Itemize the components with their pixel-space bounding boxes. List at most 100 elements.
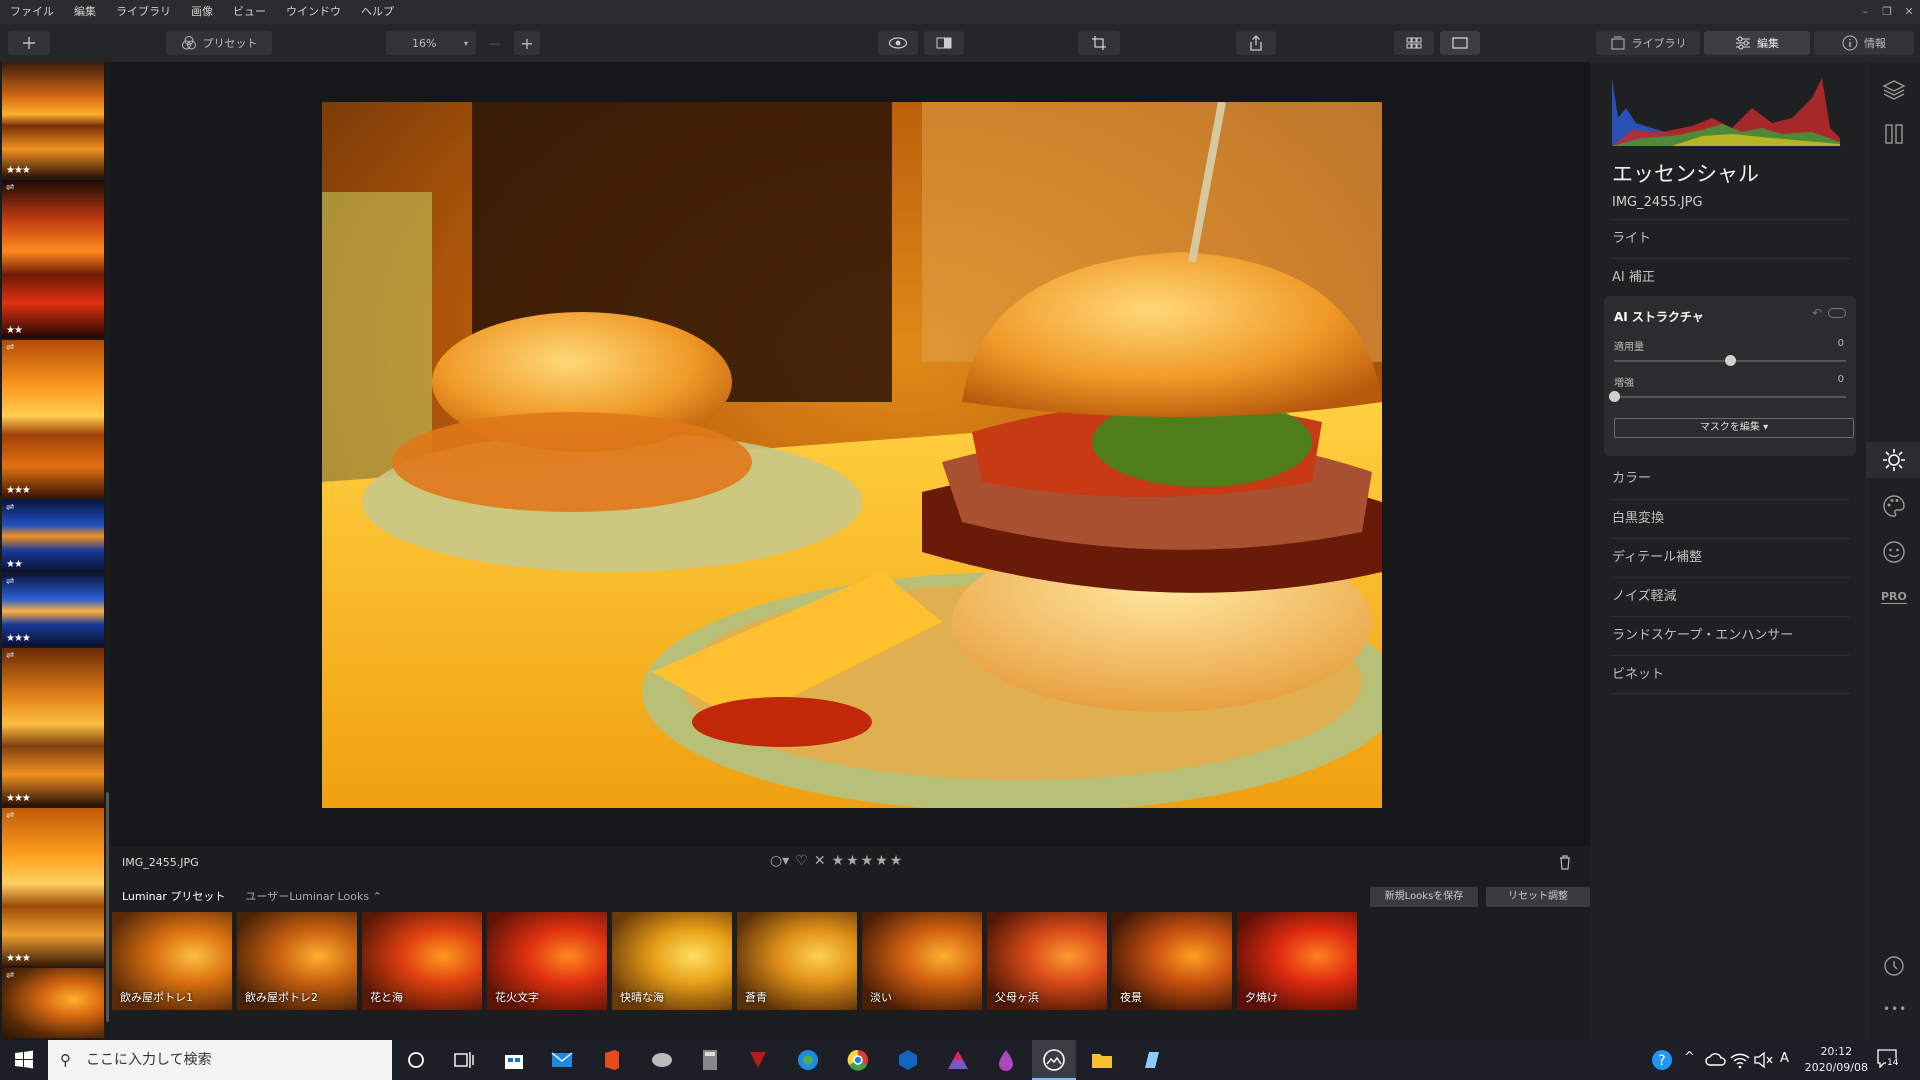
office-icon[interactable] (600, 1048, 624, 1072)
section-ai-enhance[interactable]: AI 補正 (1612, 258, 1850, 297)
taskbar-search[interactable]: ⚲ ここに入力して検索 (48, 1040, 392, 1080)
maximize-button[interactable]: ❐ (1876, 0, 1898, 24)
save-looks-button[interactable]: 新規Looksを保存 (1370, 887, 1478, 907)
close-button[interactable]: ✕ (1898, 0, 1920, 24)
menu-file[interactable]: ファイル (0, 0, 64, 24)
preview-button[interactable] (878, 31, 918, 55)
preset-category-select[interactable]: ユーザーLuminar Looks ⌃ (245, 888, 381, 904)
history-clock-icon[interactable] (1882, 954, 1906, 978)
filmstrip-item[interactable]: ★★★ (2, 62, 104, 178)
luminar-taskbar-active[interactable] (1032, 1040, 1076, 1080)
taskbar-clock[interactable]: 20:12 2020/09/08 (1805, 1044, 1868, 1076)
minimize-button[interactable]: – (1854, 0, 1876, 24)
amount-slider[interactable] (1614, 355, 1846, 366)
app-icon[interactable] (896, 1048, 920, 1072)
filmstrip-item[interactable]: ⇌ ★★ (2, 180, 104, 338)
volume-muted-icon[interactable] (1752, 1048, 1776, 1072)
zoom-in-button[interactable]: + (514, 31, 540, 55)
app-icon[interactable] (746, 1048, 770, 1072)
face-icon[interactable] (1882, 540, 1906, 564)
menu-image[interactable]: 画像 (181, 0, 223, 24)
preset-thumb[interactable]: 花と海 (362, 912, 482, 1010)
rating-stars[interactable]: ★★★★★ (832, 853, 905, 869)
section-landscape-enhancer[interactable]: ランドスケープ・エンハンサー (1612, 616, 1850, 655)
section-vignette[interactable]: ビネット (1612, 655, 1850, 694)
menu-view[interactable]: ビュー (223, 0, 276, 24)
preset-thumb[interactable]: 飲み屋ポトレ1 (112, 912, 232, 1010)
store-icon[interactable] (502, 1048, 526, 1072)
color-label-icon[interactable]: ○▾ (770, 853, 789, 869)
file-explorer-icon[interactable] (1090, 1048, 1114, 1072)
preset-thumb[interactable]: 夕焼け (1237, 912, 1357, 1010)
tab-info[interactable]: 情報 (1814, 31, 1914, 55)
preset-thumb[interactable]: 飲み屋ポトレ2 (237, 912, 357, 1010)
amount-slider-knob[interactable] (1725, 355, 1736, 366)
boost-slider-knob[interactable] (1609, 391, 1620, 402)
wifi-icon[interactable] (1728, 1048, 1752, 1072)
app-icon[interactable] (946, 1048, 970, 1072)
trash-icon[interactable] (1558, 854, 1572, 873)
filmstrip-item[interactable]: ⇌ ★★ (2, 500, 104, 572)
windows-start-icon[interactable] (12, 1048, 36, 1072)
preset-button[interactable]: プリセット (166, 31, 272, 55)
preset-thumb[interactable]: 快晴な海 (612, 912, 732, 1010)
single-view-button[interactable] (1440, 31, 1480, 55)
favorite-heart-icon[interactable]: ♡ (795, 853, 808, 869)
reject-icon[interactable]: ✕ (814, 853, 826, 869)
visibility-toggle-icon[interactable] (1828, 308, 1846, 318)
reset-adjustments-button[interactable]: リセット調整 (1486, 887, 1590, 907)
section-denoise[interactable]: ノイズ軽減 (1612, 577, 1850, 616)
tab-edit[interactable]: 編集 (1704, 31, 1810, 55)
menu-window[interactable]: ウインドウ (276, 0, 351, 24)
tray-chevron-icon[interactable]: ^ (1684, 1050, 1695, 1065)
ime-indicator[interactable]: A (1780, 1051, 1789, 1066)
preset-thumb[interactable]: 花火文字 (487, 912, 607, 1010)
boost-slider[interactable] (1609, 391, 1846, 402)
section-bw-conversion[interactable]: 白黒変換 (1612, 499, 1850, 538)
cloud-icon[interactable] (1704, 1048, 1728, 1072)
section-light[interactable]: ライト (1612, 219, 1850, 258)
app-icon[interactable] (650, 1048, 674, 1072)
main-photo[interactable] (322, 102, 1382, 808)
more-options-icon[interactable]: ••• (1883, 1002, 1907, 1016)
add-photos-button[interactable] (8, 31, 50, 55)
grid-view-button[interactable] (1394, 31, 1434, 55)
undo-icon[interactable]: ↶ (1812, 306, 1822, 320)
zoom-select[interactable]: 16% ▾ (386, 31, 476, 55)
filmstrip-item[interactable]: ⇌ ★★★ (2, 340, 104, 498)
preset-thumb[interactable]: 淡い (862, 912, 982, 1010)
notification-center[interactable]: 14 (1876, 1048, 1904, 1072)
app-icon[interactable] (994, 1048, 1018, 1072)
palette-icon[interactable] (1882, 494, 1906, 518)
preset-thumb[interactable]: 蒼青 (737, 912, 857, 1010)
canvas-tools-icon[interactable] (1882, 122, 1906, 146)
compare-button[interactable] (924, 31, 964, 55)
zoom-out-button[interactable]: — (482, 31, 508, 55)
app-icon[interactable] (1140, 1048, 1164, 1072)
section-details[interactable]: ディテール補整 (1612, 538, 1850, 577)
calculator-icon[interactable] (698, 1048, 722, 1072)
tab-library[interactable]: ライブラリ (1596, 31, 1700, 55)
crop-button[interactable] (1078, 31, 1120, 55)
export-button[interactable] (1236, 31, 1276, 55)
chrome-icon[interactable] (846, 1048, 870, 1072)
edge-icon[interactable] (796, 1048, 820, 1072)
section-color[interactable]: カラー (1612, 460, 1850, 499)
edit-mask-button[interactable]: マスクを編集 ▾ (1614, 418, 1854, 438)
layers-icon[interactable] (1882, 78, 1906, 102)
sun-icon[interactable] (1882, 448, 1906, 472)
preset-thumb[interactable]: 夜景 (1112, 912, 1232, 1010)
menu-library[interactable]: ライブラリ (106, 0, 181, 24)
filmstrip-item[interactable]: ⇌ ★★★ (2, 808, 104, 966)
menu-edit[interactable]: 編集 (64, 0, 106, 24)
menu-help[interactable]: ヘルプ (351, 0, 404, 24)
filmstrip-item[interactable]: ⇌ ★★★ (2, 648, 104, 806)
mail-icon[interactable] (550, 1048, 574, 1072)
pro-tools-tab[interactable]: PRO (1881, 590, 1907, 604)
cortana-icon[interactable] (404, 1048, 428, 1072)
filmstrip-scrollbar[interactable] (106, 792, 109, 1022)
filmstrip-item[interactable]: ⇌ ★★★ (2, 574, 104, 646)
preset-thumb[interactable]: 父母ヶ浜 (987, 912, 1107, 1010)
filmstrip-item-selected[interactable]: ⇌ (2, 968, 104, 1038)
help-icon[interactable]: ? (1650, 1048, 1674, 1072)
